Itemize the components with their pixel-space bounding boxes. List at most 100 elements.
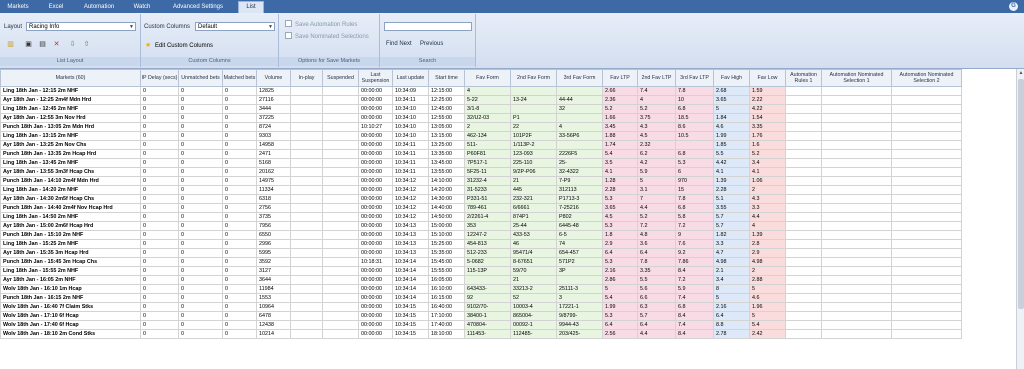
table-row[interactable]: Ayr 18th Jan - 15:35 3m Hcap Hrd 0 0 0 5995 0…: [0, 248, 962, 258]
market-name-cell[interactable]: Ayr 18th Jan - 15:00 2m6f Hcap Hrd: [0, 221, 141, 231]
table-row[interactable]: Punch 18th Jan - 14:40 2m4f Nov Hcap Hrd…: [0, 203, 962, 213]
market-name-cell[interactable]: Ling 18th Jan - 12:45 2m NHF: [0, 104, 141, 114]
table-row[interactable]: Wolv 18th Jan - 17:10 6f Hcap 0 0 0 6478 00:0…: [0, 311, 962, 321]
market-name-cell[interactable]: Punch 18th Jan - 15:45 3m Hcap Chs: [0, 257, 141, 267]
delete-icon[interactable]: ✕: [52, 40, 61, 49]
table-row[interactable]: Ayr 18th Jan - 13:55 3m3f Hcap Chs 0 0 0 201…: [0, 167, 962, 177]
tab-markets[interactable]: Markets: [4, 2, 32, 13]
market-name-cell[interactable]: Punch 18th Jan - 13:35 2m Hcap Hrd: [0, 149, 141, 159]
tab-excel[interactable]: Excel: [44, 2, 68, 13]
column-header[interactable]: Markets (60): [0, 69, 141, 87]
market-name-cell[interactable]: Ling 18th Jan - 15:55 2m NHF: [0, 266, 141, 276]
import-icon[interactable]: ⇩: [68, 40, 77, 49]
column-header[interactable]: 3rd Fav LTP: [675, 69, 714, 87]
table-row[interactable]: Wolv 18th Jan - 16:10 1m Hcap 0 0 0 11984 00:…: [0, 284, 962, 294]
tab-automation[interactable]: Automation: [80, 2, 118, 13]
previous-button[interactable]: Previous: [420, 41, 443, 47]
column-header[interactable]: Automation Nominated Selection 1: [821, 69, 892, 87]
table-row[interactable]: Ling 18th Jan - 15:55 2m NHF 0 0 0 3127 00:00…: [0, 266, 962, 276]
market-name-cell[interactable]: Punch 18th Jan - 13:05 2m Mdn Hrd: [0, 122, 141, 132]
table-row[interactable]: Punch 18th Jan - 14:10 2m4f Mdn Hrd 0 0 0 14…: [0, 176, 962, 186]
market-name-cell[interactable]: Wolv 18th Jan - 18:10 2m Cond Stks: [0, 329, 141, 339]
vertical-scrollbar[interactable]: ▲: [1016, 69, 1024, 369]
custom-columns-select[interactable]: Default ▼: [195, 22, 275, 31]
table-row[interactable]: Wolv 18th Jan - 18:10 2m Cond Stks 0 0 0 102…: [0, 329, 962, 339]
market-name-cell[interactable]: Ling 18th Jan - 15:25 2m NHF: [0, 239, 141, 249]
table-row[interactable]: Punch 18th Jan - 13:35 2m Hcap Hrd 0 0 0 247…: [0, 149, 962, 159]
column-header[interactable]: Volume: [256, 69, 291, 87]
market-name-cell[interactable]: Punch 18th Jan - 15:10 2m NHF: [0, 230, 141, 240]
column-header[interactable]: Last Suspension: [358, 69, 393, 87]
column-header[interactable]: Fav Low: [749, 69, 786, 87]
layout-select[interactable]: Racing Info ▼: [26, 22, 136, 31]
column-header[interactable]: 2nd Fav LTP: [637, 69, 676, 87]
table-row[interactable]: Ayr 18th Jan - 16:05 2m NHF 0 0 0 3644 00:00:…: [0, 275, 962, 285]
table-row[interactable]: Ling 18th Jan - 13:45 2m NHF 0 0 0 5168 00:00…: [0, 158, 962, 168]
tab-advanced-settings[interactable]: Advanced Settings: [166, 2, 230, 13]
column-header[interactable]: Start time: [428, 69, 465, 87]
scrollbar-thumb[interactable]: [1018, 79, 1024, 309]
export-icon[interactable]: ⇧: [82, 40, 91, 49]
table-row[interactable]: Ayr 18th Jan - 12:55 3m Nov Hrd 0 0 0 37225 0…: [0, 113, 962, 123]
column-header[interactable]: Automation Nominated Selection 2: [891, 69, 962, 87]
column-header[interactable]: Matched bets: [222, 69, 257, 87]
table-row[interactable]: Ling 18th Jan - 14:50 2m NHF 0 0 0 3735 00:00…: [0, 212, 962, 222]
market-name-cell[interactable]: Ayr 18th Jan - 13:55 3m3f Hcap Chs: [0, 167, 141, 177]
market-name-cell[interactable]: Ayr 18th Jan - 12:25 2m4f Mdn Hrd: [0, 95, 141, 105]
save-icon[interactable]: ▣: [24, 40, 33, 49]
market-name-cell[interactable]: Wolv 18th Jan - 16:40 7f Claim Stks: [0, 302, 141, 312]
table-row[interactable]: Ling 18th Jan - 12:45 2m NHF 0 0 0 3444 00:00…: [0, 104, 962, 114]
market-name-cell[interactable]: Ayr 18th Jan - 12:55 3m Nov Hrd: [0, 113, 141, 123]
column-header[interactable]: Unmatched bets: [178, 69, 223, 87]
market-name-cell[interactable]: Ling 18th Jan - 12:15 2m NHF: [0, 86, 141, 96]
market-name-cell[interactable]: Ling 18th Jan - 13:45 2m NHF: [0, 158, 141, 168]
table-row[interactable]: Ling 18th Jan - 12:15 2m NHF 0 0 0 12825 00:0…: [0, 86, 962, 96]
column-header[interactable]: Fav Form: [464, 69, 511, 87]
scroll-up-icon[interactable]: ▲: [1017, 69, 1024, 77]
table-row[interactable]: Punch 18th Jan - 15:45 3m Hcap Chs 0 0 0 359…: [0, 257, 962, 267]
table-row[interactable]: Ayr 18th Jan - 14:30 2m5f Hcap Chs 0 0 0 631…: [0, 194, 962, 204]
market-name-cell[interactable]: Wolv 18th Jan - 17:10 6f Hcap: [0, 311, 141, 321]
table-row[interactable]: Ayr 18th Jan - 15:00 2m6f Hcap Hrd 0 0 0 795…: [0, 221, 962, 231]
column-header[interactable]: In-play: [290, 69, 323, 87]
save-as-icon[interactable]: ▤: [38, 40, 47, 49]
column-header[interactable]: Last update: [392, 69, 429, 87]
column-header[interactable]: Fav LTP: [602, 69, 638, 87]
market-name-cell[interactable]: Ling 18th Jan - 14:50 2m NHF: [0, 212, 141, 222]
market-name-cell[interactable]: Ayr 18th Jan - 14:30 2m5f Hcap Chs: [0, 194, 141, 204]
tab-watch[interactable]: Watch: [130, 2, 154, 13]
edit-custom-columns-button[interactable]: ★ Edit Custom Columns: [145, 41, 213, 50]
table-row[interactable]: Punch 18th Jan - 16:15 2m NHF 0 0 0 1553 00:0…: [0, 293, 962, 303]
market-name-cell[interactable]: Ayr 18th Jan - 13:25 2m Nov Chs: [0, 140, 141, 150]
market-name-cell[interactable]: Wolv 18th Jan - 17:40 6f Hcap: [0, 320, 141, 330]
column-header[interactable]: Fav High: [713, 69, 750, 87]
table-row[interactable]: Ling 18th Jan - 13:15 2m NHF 0 0 0 9303 00:00…: [0, 131, 962, 141]
market-name-cell[interactable]: Punch 18th Jan - 16:15 2m NHF: [0, 293, 141, 303]
market-name-cell[interactable]: Ling 18th Jan - 14:20 2m NHF: [0, 185, 141, 195]
search-input[interactable]: [384, 22, 472, 31]
column-header[interactable]: 2nd Fav Form: [510, 69, 557, 87]
table-row[interactable]: Wolv 18th Jan - 16:40 7f Claim Stks 0 0 0 10…: [0, 302, 962, 312]
table-row[interactable]: Ayr 18th Jan - 13:25 2m Nov Chs 0 0 0 14958 0…: [0, 140, 962, 150]
column-header[interactable]: Automation Rules 1: [785, 69, 822, 87]
table-row[interactable]: Punch 18th Jan - 13:05 2m Mdn Hrd 0 0 0 8724…: [0, 122, 962, 132]
table-row[interactable]: Ayr 18th Jan - 12:25 2m4f Mdn Hrd 0 0 0 2711…: [0, 95, 962, 105]
market-name-cell[interactable]: Ling 18th Jan - 13:15 2m NHF: [0, 131, 141, 141]
app-menu-icon[interactable]: G: [1009, 2, 1018, 11]
table-row[interactable]: Punch 18th Jan - 15:10 2m NHF 0 0 0 6550 00:0…: [0, 230, 962, 240]
column-header[interactable]: IP Delay (secs): [140, 69, 179, 87]
save-automation-rules-checkbox[interactable]: Save Automation Rules: [285, 20, 357, 28]
save-nominated-selections-checkbox[interactable]: Save Nominated Selections: [285, 32, 369, 40]
column-header[interactable]: 3rd Fav Form: [556, 69, 603, 87]
table-row[interactable]: Ling 18th Jan - 14:20 2m NHF 0 0 0 11334 00:0…: [0, 185, 962, 195]
market-name-cell[interactable]: Ayr 18th Jan - 15:35 3m Hcap Hrd: [0, 248, 141, 258]
market-name-cell[interactable]: Punch 18th Jan - 14:10 2m4f Mdn Hrd: [0, 176, 141, 186]
column-header[interactable]: Suspended: [322, 69, 359, 87]
find-next-button[interactable]: Find Next: [386, 41, 412, 47]
table-row[interactable]: Wolv 18th Jan - 17:40 6f Hcap 0 0 0 12438 00:…: [0, 320, 962, 330]
market-name-cell[interactable]: Wolv 18th Jan - 16:10 1m Hcap: [0, 284, 141, 294]
table-row[interactable]: Ling 18th Jan - 15:25 2m NHF 0 0 0 2996 00:00…: [0, 239, 962, 249]
layout-columns-icon[interactable]: ▥: [6, 40, 15, 49]
market-name-cell[interactable]: Ayr 18th Jan - 16:05 2m NHF: [0, 275, 141, 285]
market-name-cell[interactable]: Punch 18th Jan - 14:40 2m4f Nov Hcap Hrd: [0, 203, 141, 213]
